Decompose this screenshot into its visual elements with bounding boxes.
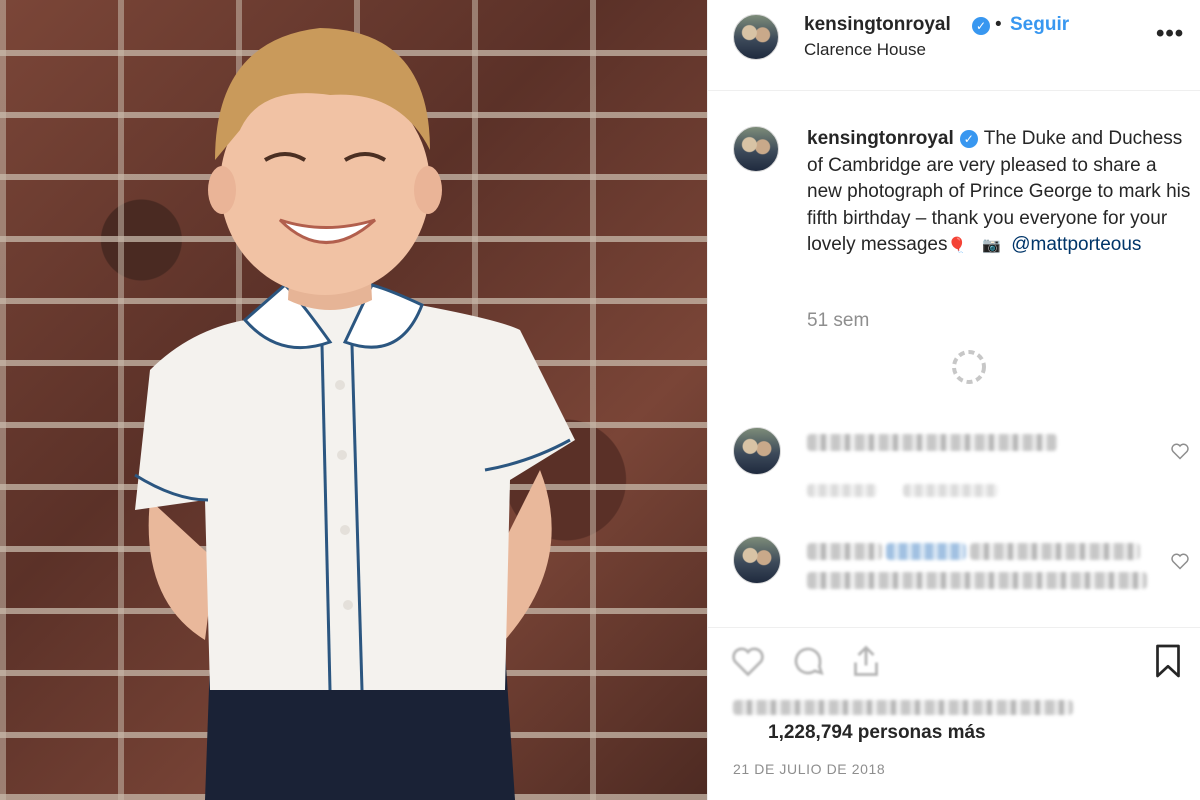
comment-avatar[interactable] (733, 536, 781, 584)
camera-icon: 📷 (981, 237, 1001, 254)
blurred-comment-mention[interactable] (886, 543, 966, 560)
heart-icon[interactable] (730, 643, 766, 679)
likes-count[interactable]: 1,228,794 personas más (768, 722, 986, 744)
blurred-comment-time (807, 484, 877, 497)
blurred-likers-list[interactable] (733, 700, 1073, 715)
post-photo[interactable] (0, 0, 707, 800)
bookmark-icon[interactable] (1150, 643, 1186, 679)
comment-heart-icon[interactable] (1170, 551, 1190, 571)
post-caption: kensingtonroyal ✓ The Duke and Duchess of … (807, 126, 1191, 260)
blurred-comment-text (807, 572, 1147, 589)
comment-heart-icon[interactable] (1170, 441, 1190, 461)
caption-username[interactable]: kensingtonroyal (807, 128, 954, 149)
post-date: 21 DE JULIO DE 2018 (733, 761, 886, 777)
share-icon[interactable] (848, 643, 884, 679)
comment-icon[interactable] (790, 643, 826, 679)
location-link[interactable]: Clarence House (804, 40, 926, 60)
balloon-icon: 🎈 (947, 237, 967, 254)
blurred-comment-text (970, 543, 1140, 560)
post-header: kensingtonroyal ✓ • Seguir Clarence Hous… (708, 0, 1200, 90)
blurred-comment-text (807, 434, 1057, 451)
more-options-icon[interactable]: ••• (1156, 20, 1184, 48)
blurred-comment-text (807, 543, 882, 560)
profile-avatar[interactable] (733, 14, 779, 60)
verified-check-icon: ✓ (972, 17, 990, 35)
caption-avatar[interactable] (733, 126, 779, 172)
header-username[interactable]: kensingtonroyal (804, 14, 951, 36)
follow-button[interactable]: Seguir (1010, 14, 1069, 36)
blurred-reply-link[interactable] (903, 484, 998, 497)
verified-check-icon: ✓ (959, 130, 978, 148)
header-divider (708, 90, 1200, 91)
action-bar (708, 627, 1200, 693)
caption-timestamp: 51 sem (807, 310, 870, 331)
comment-avatar[interactable] (733, 427, 781, 475)
mention-link[interactable]: @mattporteous (1011, 234, 1141, 255)
photo-illustration (134, 28, 575, 800)
loading-spinner-icon (952, 350, 986, 384)
header-separator: • (995, 14, 1002, 35)
post-panel: kensingtonroyal ✓ • Seguir Clarence Hous… (707, 0, 1200, 800)
